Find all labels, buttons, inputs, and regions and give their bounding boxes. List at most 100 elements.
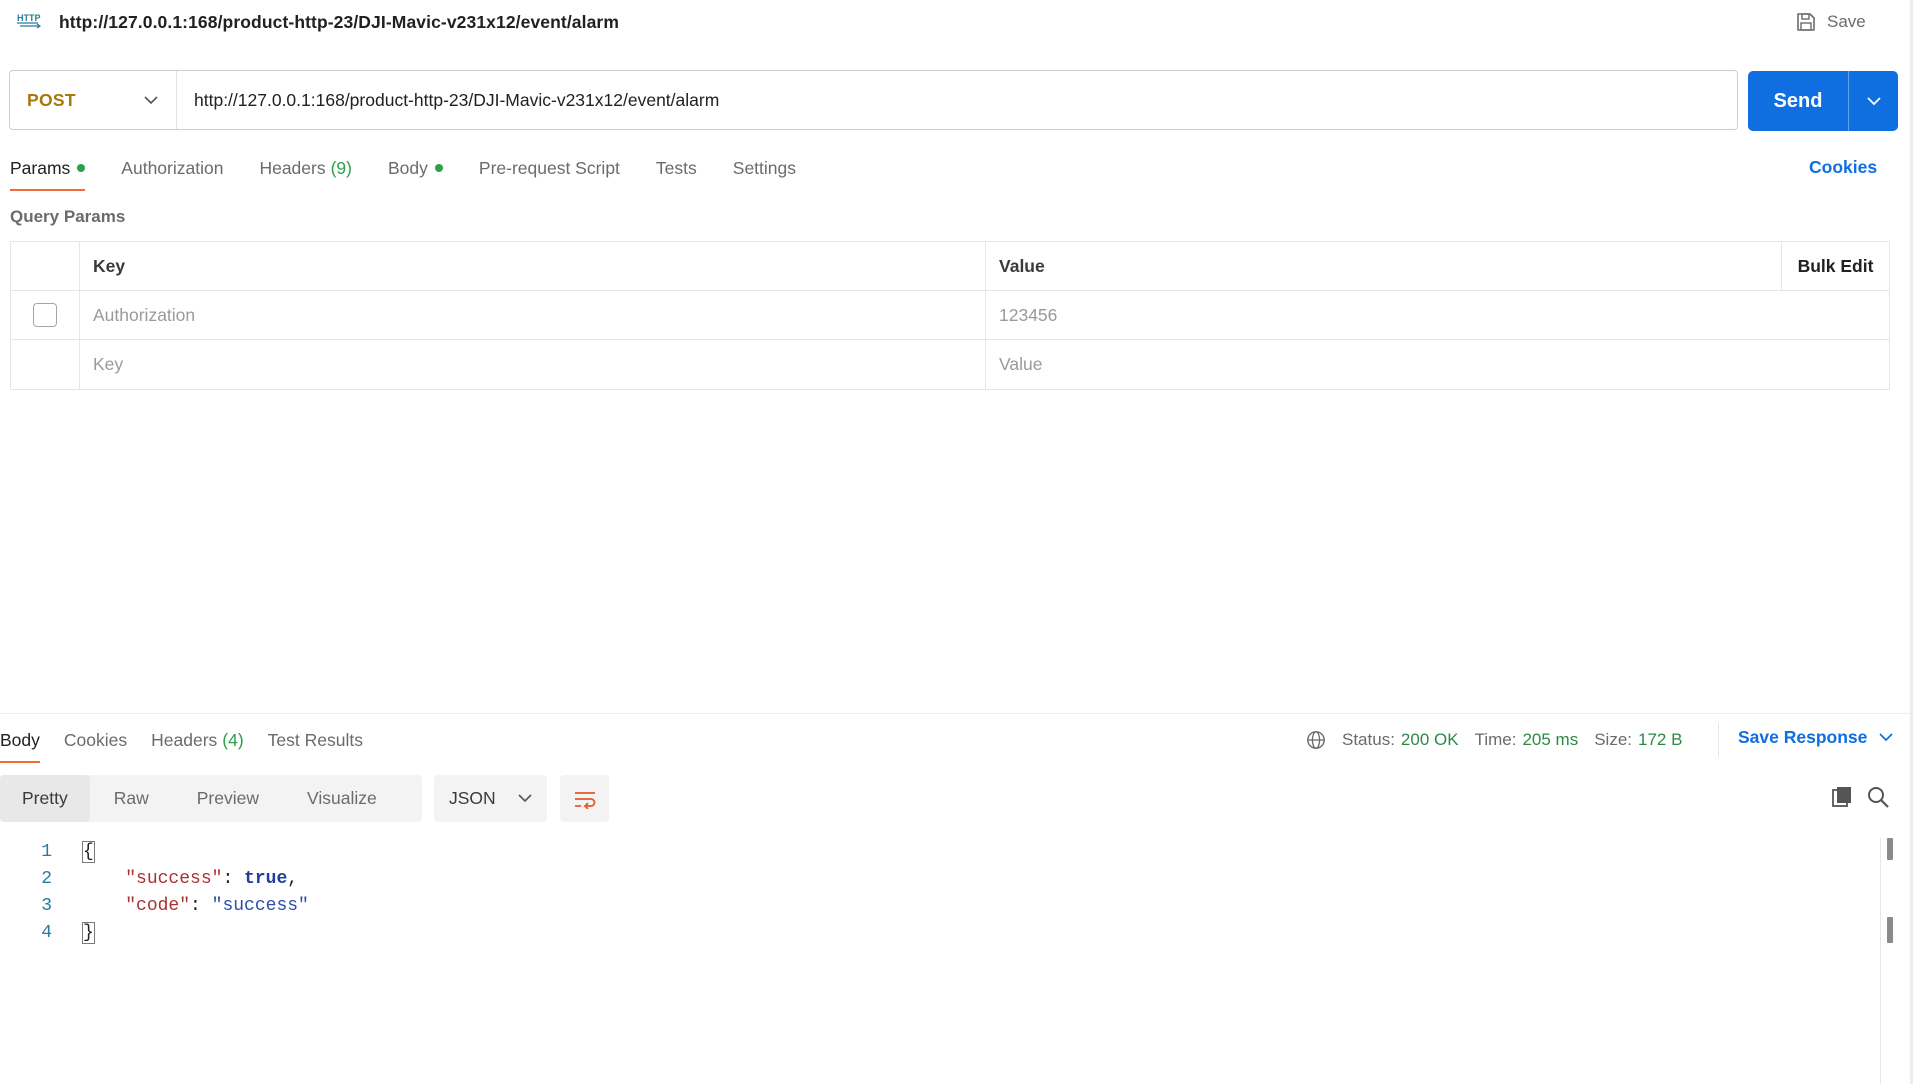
json-value: "success" [211, 895, 309, 916]
view-preview-button[interactable]: Preview [173, 775, 283, 822]
send-button[interactable]: Send [1748, 71, 1849, 131]
view-visualize-button[interactable]: Visualize [283, 775, 401, 822]
key-column-header: Key [80, 242, 986, 290]
tab-response-headers[interactable]: Headers (4) [151, 727, 244, 753]
scrollbar-marker[interactable] [1887, 838, 1893, 860]
checkbox-column-header [11, 242, 80, 290]
param-value-cell[interactable]: 123456 [986, 291, 1889, 339]
table-header-row: Key Value Bulk Edit [11, 242, 1889, 291]
line-number: 4 [41, 922, 52, 943]
code-brace: } [82, 921, 95, 944]
tab-authorization[interactable]: Authorization [121, 155, 223, 181]
tab-label: Params [10, 157, 71, 178]
tab-label: Headers [259, 157, 326, 178]
code-line: 2 "success": true, [0, 865, 309, 892]
format-dropdown[interactable]: JSON [434, 775, 547, 822]
copy-icon[interactable] [1830, 785, 1854, 809]
url-bar: POST [9, 70, 1738, 130]
status-label: Status: [1342, 730, 1395, 749]
tab-response-body[interactable]: Body [0, 727, 40, 763]
method-dropdown[interactable]: POST [10, 71, 177, 129]
params-indicator-dot [77, 164, 86, 172]
line-number: 1 [41, 841, 52, 862]
param-key-cell[interactable]: Authorization [80, 291, 986, 339]
code-brace: { [82, 840, 95, 863]
table-row-new: Key Value [11, 340, 1889, 389]
tab-body[interactable]: Body [388, 155, 443, 181]
query-params-title: Query Params [10, 207, 126, 226]
tab-label: Tests [655, 157, 697, 178]
tab-test-results[interactable]: Test Results [268, 727, 363, 753]
code-scroll-track [1880, 838, 1881, 1084]
tab-label: Body [0, 729, 40, 750]
response-status-bar: Status: 200 OK Time: 205 ms Size: 172 B [1306, 727, 1682, 753]
code-line: 3 "code": "success" [0, 892, 309, 919]
chevron-down-icon [518, 794, 532, 803]
status-value[interactable]: 200 OK [1401, 730, 1459, 750]
http-icon: HTTP [17, 13, 42, 29]
tab-tests[interactable]: Tests [656, 155, 697, 181]
new-value-input[interactable]: Value [986, 340, 1889, 389]
view-mode-group: Pretty Raw Preview Visualize [0, 775, 422, 822]
tab-label: Pre-request Script [478, 157, 620, 178]
chevron-down-icon [1879, 733, 1893, 742]
globe-icon[interactable] [1306, 730, 1326, 750]
tab-label: Settings [732, 157, 797, 178]
wrap-lines-button[interactable] [560, 775, 609, 822]
tab-label: Cookies [63, 729, 128, 750]
url-input[interactable] [177, 71, 1737, 129]
tab-label: Headers [151, 729, 218, 750]
response-divider [0, 713, 1913, 714]
send-button-group: Send [1748, 71, 1898, 131]
chevron-down-icon [144, 95, 158, 104]
save-button[interactable]: Save [1795, 8, 1866, 36]
svg-text:HTTP: HTTP [17, 13, 41, 23]
response-body-code[interactable]: 1 { 2 "success": true, 3 "code": "succes… [0, 838, 309, 946]
save-response-label: Save Response [1738, 727, 1868, 747]
view-pretty-button[interactable]: Pretty [0, 775, 90, 822]
tab-label: Body [388, 157, 428, 178]
time-value[interactable]: 205 ms [1522, 730, 1578, 750]
json-key: "success" [125, 868, 223, 889]
json-value: true [244, 868, 288, 889]
value-column-header: Value [999, 255, 1045, 276]
tab-params[interactable]: Params [10, 155, 86, 191]
view-raw-button[interactable]: Raw [90, 775, 173, 822]
line-number: 2 [41, 868, 52, 889]
line-number: 3 [41, 895, 52, 916]
tab-label: Test Results [267, 729, 363, 750]
status-divider [1718, 723, 1719, 757]
method-label: POST [27, 89, 76, 110]
tab-label: Authorization [121, 157, 224, 178]
tab-settings[interactable]: Settings [733, 155, 796, 181]
code-line: 1 { [0, 838, 309, 865]
size-value[interactable]: 172 B [1638, 730, 1682, 750]
time-label: Time: [1474, 730, 1517, 749]
save-icon [1797, 13, 1815, 31]
new-key-input[interactable]: Key [80, 340, 986, 389]
param-enable-checkbox[interactable] [33, 303, 57, 327]
format-label: JSON [449, 788, 496, 808]
chevron-down-icon [1866, 96, 1881, 105]
table-row: Authorization 123456 [11, 291, 1889, 340]
headers-count: (9) [330, 157, 352, 178]
response-tabs: Body Cookies Headers (4) Test Results [0, 727, 387, 763]
cookies-link[interactable]: Cookies [1809, 157, 1877, 178]
body-indicator-dot [434, 164, 443, 172]
scrollbar-marker[interactable] [1887, 917, 1893, 943]
tab-pre-request-script[interactable]: Pre-request Script [479, 155, 620, 181]
tab-headers[interactable]: Headers (9) [259, 155, 352, 181]
json-key: "code" [125, 895, 191, 916]
search-icon[interactable] [1866, 785, 1890, 809]
code-line: 4 } [0, 919, 309, 946]
request-title: http://127.0.0.1:168/product-http-23/DJI… [59, 12, 619, 32]
save-label: Save [1827, 12, 1866, 31]
tab-response-cookies[interactable]: Cookies [64, 727, 127, 753]
wrap-lines-icon [574, 791, 595, 809]
send-options-button[interactable] [1849, 71, 1898, 131]
request-tabs: Params Authorization Headers (9) Body Pre… [10, 155, 832, 191]
save-response-button[interactable]: Save Response [1738, 727, 1893, 748]
bulk-edit-button[interactable]: Bulk Edit [1781, 242, 1889, 290]
query-params-table: Key Value Bulk Edit Authorization 123456… [10, 241, 1890, 390]
response-headers-count: (4) [222, 729, 244, 750]
